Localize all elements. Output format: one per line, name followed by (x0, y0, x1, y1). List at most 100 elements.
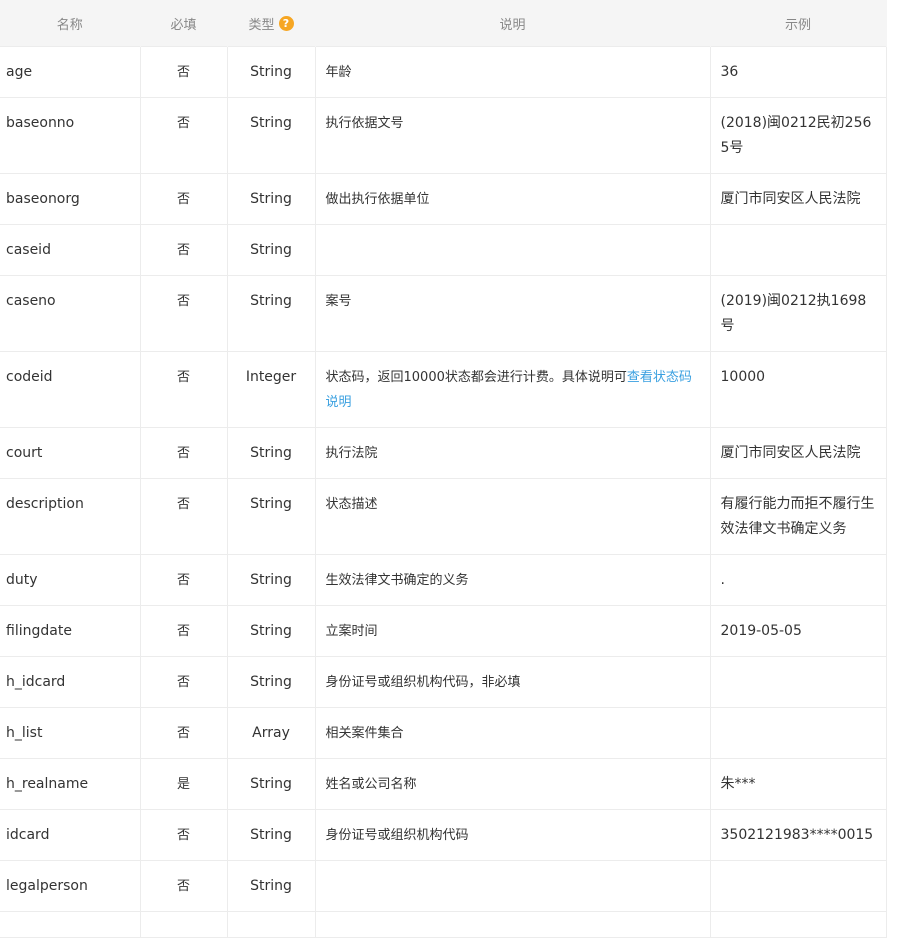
description-cell-text: 做出执行依据单位 (325, 192, 430, 207)
param-name-cell-text: court (6, 445, 43, 461)
example-cell-text: (2018)闽0212民初2565号 (720, 115, 872, 156)
description-cell (314, 911, 711, 938)
description-cell-text: 执行依据文号 (325, 116, 404, 131)
table-row: baseonno 否 String 执行依据文号 (2018)闽0212民初2565号 (0, 97, 887, 174)
example-cell (709, 224, 887, 276)
table-body: age 否 String 年龄 36 baseonno 否 String 执行依据文号 (2018… (0, 46, 887, 938)
column-header-example: 示例 (710, 0, 887, 47)
table-row: description 否 String 状态描述 有履行能力而拒不履行生效法律文书确定… (0, 478, 887, 555)
required-cell-text: 否 (176, 879, 190, 894)
example-cell (709, 911, 887, 938)
example-cell: . (709, 554, 887, 606)
required-cell: 是 (139, 758, 228, 810)
description-cell-text: 状态码，返回10000状态都会进行计费。具体说明可 (325, 370, 627, 385)
param-name-cell: h_idcard (0, 656, 141, 708)
type-cell: String (226, 478, 316, 555)
type-cell: String (226, 46, 316, 98)
example-cell: 3502121983****0015 (709, 809, 887, 861)
required-cell: 否 (139, 46, 228, 98)
description-cell-text: 状态描述 (325, 497, 378, 512)
required-cell-text: 否 (176, 497, 190, 512)
table-row: h_idcard 否 String 身份证号或组织机构代码，非必填 (0, 656, 887, 708)
table-row: caseno 否 String 案号 (2019)闽0212执1698号 (0, 275, 887, 352)
example-cell-text: . (720, 572, 725, 588)
type-cell: String (226, 554, 316, 606)
description-cell-text: 身份证号或组织机构代码，非必填 (325, 675, 521, 690)
param-name-cell: court (0, 427, 141, 479)
required-cell: 否 (139, 427, 228, 479)
example-cell (709, 860, 887, 912)
required-cell: 否 (139, 809, 228, 861)
example-cell: 厦门市同安区人民法院 (709, 427, 887, 479)
param-name-cell: h_list (0, 707, 141, 759)
description-cell-text: 身份证号或组织机构代码 (325, 828, 469, 843)
description-cell: 执行法院 (314, 427, 711, 479)
example-cell (709, 707, 887, 759)
example-cell: 朱*** (709, 758, 887, 810)
table-row: h_realname 是 String 姓名或公司名称 朱*** (0, 758, 887, 810)
param-name-cell: duty (0, 554, 141, 606)
table-row: caseid 否 String (0, 224, 887, 276)
parameter-table: 名称 必填 类型 ? 说明 示例 age 否 String 年龄 36 baseonno 否… (0, 0, 887, 938)
required-cell: 否 (139, 707, 228, 759)
description-cell-text: 年龄 (325, 65, 352, 80)
param-name-cell-text: codeid (6, 369, 53, 385)
description-cell: 姓名或公司名称 (314, 758, 711, 810)
description-cell: 身份证号或组织机构代码 (314, 809, 711, 861)
column-header-required: 必填 (140, 0, 228, 47)
required-cell: 否 (139, 275, 228, 352)
type-cell-text: Array (252, 725, 290, 741)
example-cell: (2019)闽0212执1698号 (709, 275, 887, 352)
example-cell: 厦门市同安区人民法院 (709, 173, 887, 225)
param-name-cell: codeid (0, 351, 141, 428)
description-cell: 身份证号或组织机构代码，非必填 (314, 656, 711, 708)
param-name-cell-text: filingdate (6, 623, 72, 639)
required-cell-text: 否 (176, 65, 190, 80)
description-cell-text: 生效法律文书确定的义务 (325, 573, 469, 588)
example-cell-text: 朱*** (720, 776, 756, 792)
type-cell-text: String (250, 64, 292, 80)
required-cell: 否 (139, 554, 228, 606)
example-cell-text: 2019-05-05 (720, 623, 802, 639)
description-cell: 立案时间 (314, 605, 711, 657)
param-name-cell: caseid (0, 224, 141, 276)
example-cell-text: 3502121983****0015 (720, 827, 874, 843)
table-row: duty 否 String 生效法律文书确定的义务. (0, 554, 887, 606)
type-cell-text: Integer (245, 369, 297, 385)
example-cell-text: 厦门市同安区人民法院 (720, 191, 861, 207)
type-cell-text: String (250, 878, 292, 894)
param-name-cell-text: duty (6, 572, 38, 588)
table-row (0, 911, 887, 938)
required-cell-text: 否 (176, 675, 190, 690)
type-cell-text: String (250, 827, 292, 843)
description-cell (314, 224, 711, 276)
question-circle-icon[interactable]: ? (278, 15, 294, 31)
type-cell (226, 911, 316, 938)
type-cell: String (226, 224, 316, 276)
table-header: 名称 必填 类型 ? 说明 示例 (0, 0, 887, 47)
type-cell-text: String (250, 496, 292, 512)
param-name-cell-text: caseno (6, 293, 56, 309)
required-cell-text: 否 (176, 192, 190, 207)
required-cell-text: 否 (176, 624, 190, 639)
description-cell-text: 立案时间 (325, 624, 378, 639)
description-cell: 状态码，返回10000状态都会进行计费。具体说明可查看状态码说明 (314, 351, 711, 428)
required-cell: 否 (139, 97, 228, 174)
table-row: idcard 否 String 身份证号或组织机构代码 3502121983****00… (0, 809, 887, 861)
description-cell: 生效法律文书确定的义务 (314, 554, 711, 606)
example-cell: 36 (709, 46, 887, 98)
type-cell: Array (226, 707, 316, 759)
required-cell-text: 否 (176, 446, 190, 461)
type-cell-text: String (250, 115, 292, 131)
required-cell: 否 (139, 351, 228, 428)
param-name-cell: idcard (0, 809, 141, 861)
table-row: age 否 String 年龄 36 (0, 46, 887, 98)
description-cell-text: 案号 (325, 294, 352, 309)
description-cell: 相关案件集合 (314, 707, 711, 759)
param-name-cell-text: baseonorg (6, 191, 80, 207)
param-name-cell: age (0, 46, 141, 98)
param-name-cell: baseonorg (0, 173, 141, 225)
required-cell: 否 (139, 224, 228, 276)
type-cell: String (226, 860, 316, 912)
table-row: court 否 String 执行法院 厦门市同安区人民法院 (0, 427, 887, 479)
